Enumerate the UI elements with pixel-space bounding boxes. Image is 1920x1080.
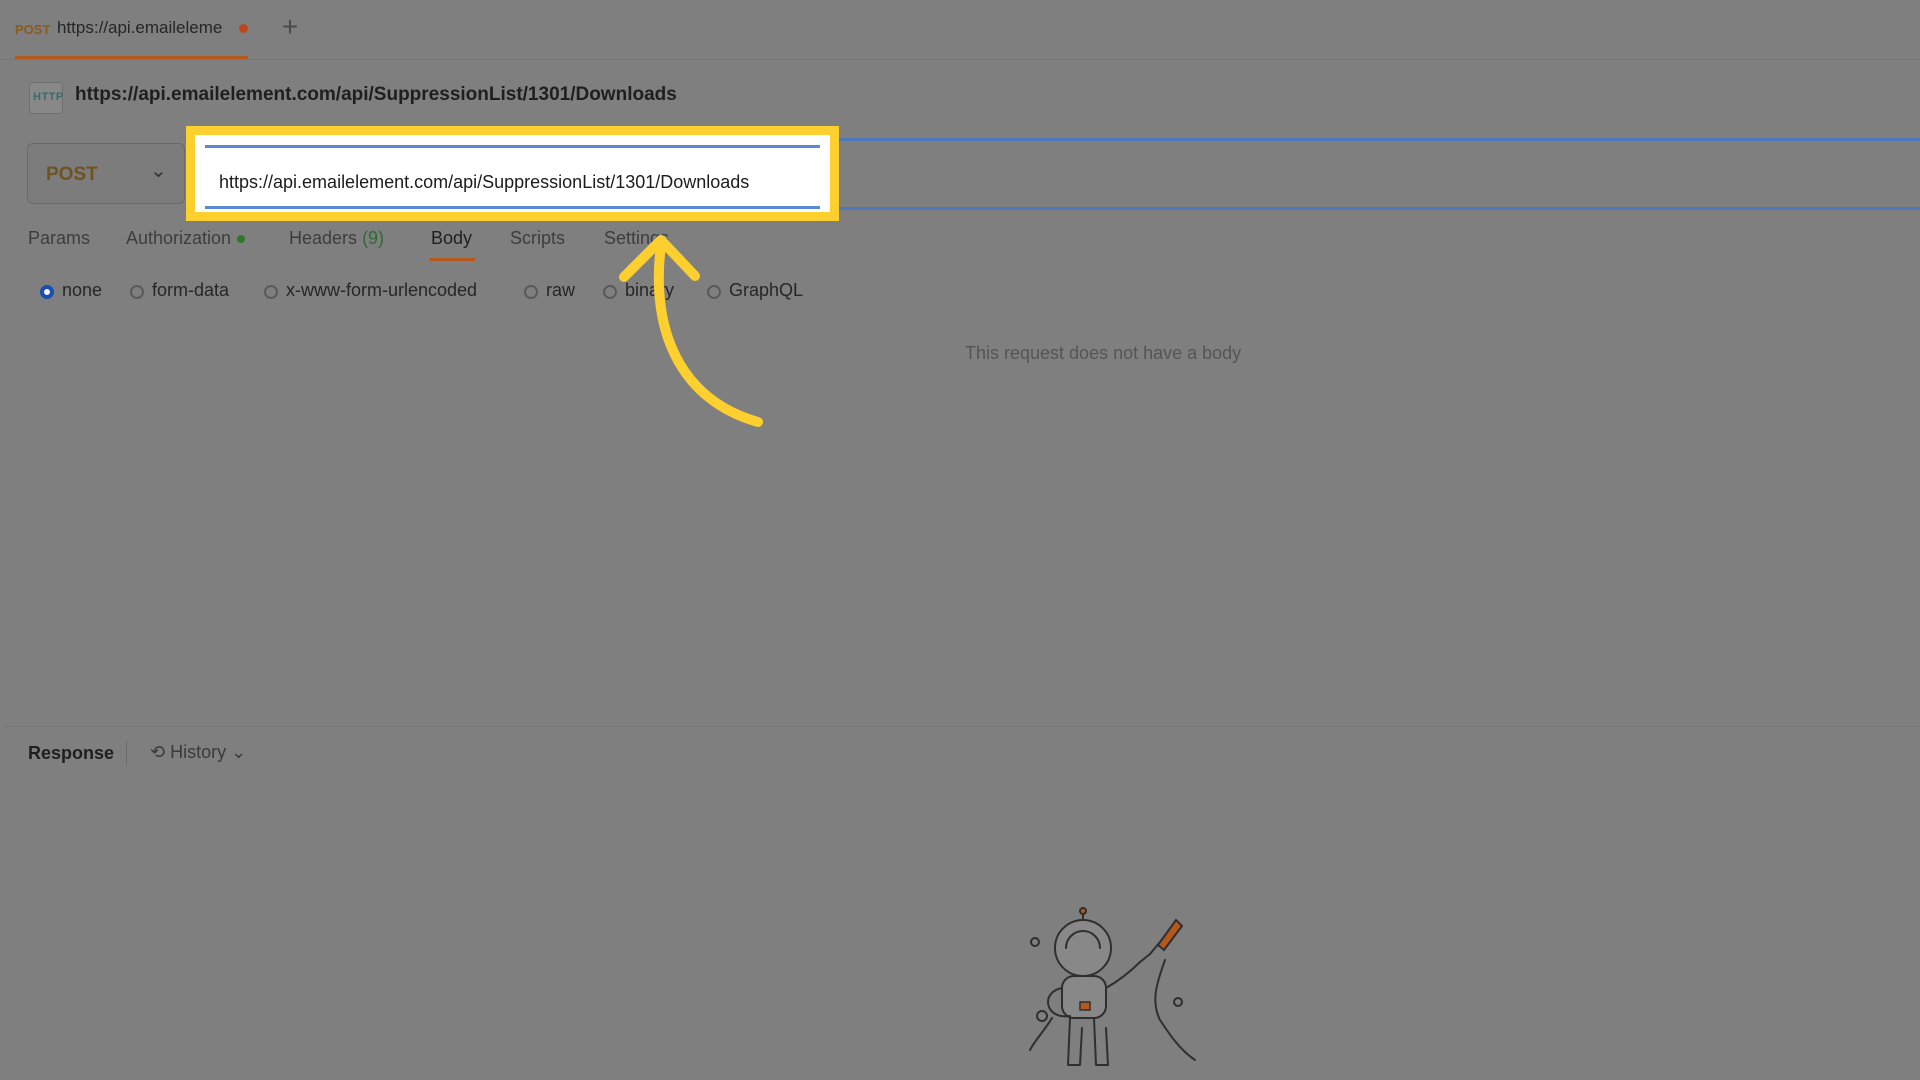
tab-params[interactable]: Params xyxy=(28,228,90,249)
radio-none[interactable]: none xyxy=(40,280,102,301)
astronaut-illustration-icon xyxy=(1029,907,1196,1066)
radio-urlencoded[interactable]: x-www-form-urlencoded xyxy=(264,280,477,301)
request-name[interactable]: https://api.emailelement.com/api/Suppres… xyxy=(75,84,677,106)
url-input[interactable]: https://api.emailelement.com/api/Suppres… xyxy=(205,145,820,209)
new-tab-button[interactable]: + xyxy=(277,13,303,43)
history-button[interactable]: ⟲ History ⌄ xyxy=(150,742,246,763)
plus-icon: + xyxy=(281,11,299,42)
radio-none-label: none xyxy=(62,280,103,300)
radio-form-data[interactable]: form-data xyxy=(130,280,229,301)
tab-headers[interactable]: Headers (9) xyxy=(289,228,384,249)
separator xyxy=(126,741,127,765)
active-tab-indicator xyxy=(15,56,248,59)
radio-urlencoded-label: x-www-form-urlencoded xyxy=(286,280,478,300)
http-icon: HTTP xyxy=(29,82,63,114)
radio-icon xyxy=(130,285,144,299)
response-divider xyxy=(4,726,1920,727)
chevron-down-icon: ⌄ xyxy=(150,160,167,182)
url-highlight-box: https://api.emailelement.com/api/Suppres… xyxy=(186,126,839,221)
http-icon-label: HTTP xyxy=(33,91,64,103)
radio-icon xyxy=(524,285,538,299)
radio-raw[interactable]: raw xyxy=(524,280,575,301)
tab-scripts[interactable]: Scripts xyxy=(510,228,565,249)
chevron-down-icon: ⌄ xyxy=(231,742,247,762)
tab-body[interactable]: Body xyxy=(431,228,472,249)
tab-headers-label: Headers xyxy=(289,228,358,248)
radio-icon xyxy=(264,285,278,299)
method-label: POST xyxy=(46,164,98,185)
url-input-value: https://api.emailelement.com/api/Suppres… xyxy=(219,172,750,192)
tab-method-label: POST xyxy=(15,22,51,37)
tab-authorization-label: Authorization xyxy=(126,228,232,248)
radio-raw-label: raw xyxy=(546,280,576,300)
history-icon: ⟲ xyxy=(150,742,166,762)
response-label: Response xyxy=(28,743,115,763)
radio-selected-icon xyxy=(40,285,54,299)
tab-title: https://api.emaileleme xyxy=(57,18,223,37)
radio-form-data-label: form-data xyxy=(152,280,230,300)
method-select[interactable]: POST ⌄ xyxy=(27,143,185,204)
history-label: History xyxy=(170,742,227,762)
status-dot-icon xyxy=(237,235,246,244)
active-subtab-indicator xyxy=(430,258,475,261)
annotation-arrow-icon xyxy=(619,235,763,427)
tab-bar: POST https://api.emaileleme + xyxy=(0,0,1920,60)
unsaved-dot-icon xyxy=(239,24,248,33)
headers-count: (9) xyxy=(362,228,385,248)
tab-authorization[interactable]: Authorization xyxy=(126,228,246,249)
empty-body-message: This request does not have a body xyxy=(965,343,1242,363)
request-tab[interactable]: POST https://api.emaileleme xyxy=(15,0,248,59)
